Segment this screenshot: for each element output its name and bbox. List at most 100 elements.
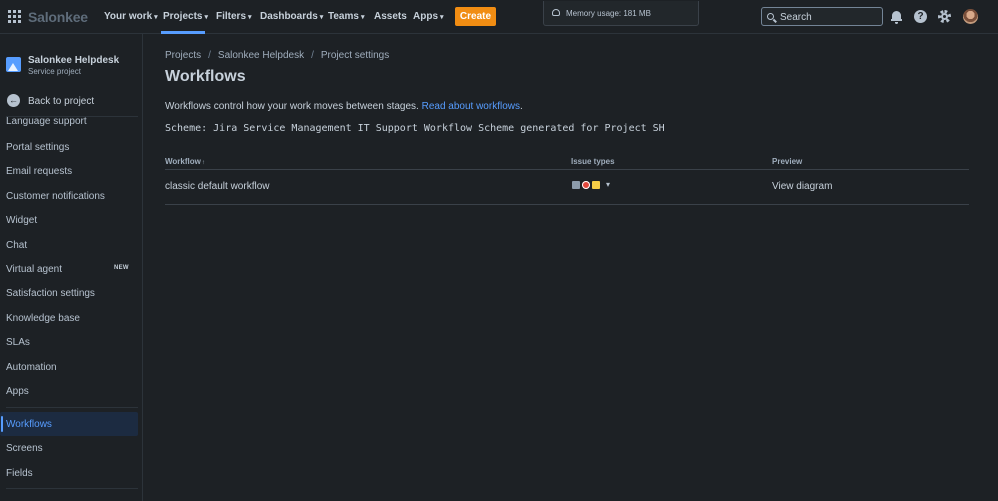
- issue-types-dropdown[interactable]: ▾: [571, 180, 611, 191]
- notifications-bell-icon[interactable]: [889, 9, 905, 25]
- back-to-project-link[interactable]: ← Back to project: [6, 94, 136, 108]
- create-button[interactable]: Create: [455, 7, 496, 26]
- sidebar-item-label: Fields: [6, 468, 33, 479]
- breadcrumb-project[interactable]: Salonkee Helpdesk: [218, 50, 304, 61]
- chevron-down-icon: ▾: [319, 14, 324, 21]
- sidebar-item-label: Workflows: [6, 419, 52, 430]
- breadcrumb-separator: /: [208, 50, 211, 61]
- help-glyph: ?: [914, 10, 927, 23]
- chevron-down-icon: ▾: [204, 14, 208, 21]
- workflow-name: classic default workflow: [165, 181, 270, 192]
- view-diagram-link[interactable]: View diagram: [772, 181, 832, 192]
- sidebar-item-language-support[interactable]: Language support: [0, 109, 138, 133]
- nav-assets[interactable]: Assets: [374, 11, 407, 22]
- search-icon: [767, 13, 774, 20]
- sidebar-item-slas[interactable]: SLAs: [0, 330, 138, 354]
- new-badge: NEW: [114, 265, 129, 271]
- nav-projects[interactable]: Projects ▾: [163, 11, 208, 22]
- app-switcher-icon[interactable]: [8, 10, 21, 23]
- back-to-project-label: Back to project: [28, 96, 95, 107]
- sidebar-item-label: Knowledge base: [6, 313, 80, 324]
- sidebar-item-label: Widget: [6, 215, 38, 226]
- sidebar-item-label: Screens: [6, 443, 43, 454]
- sidebar-item-label: Satisfaction settings: [6, 288, 95, 299]
- search-field[interactable]: [761, 7, 883, 26]
- sidebar-item-automation[interactable]: Automation: [0, 355, 138, 379]
- description-text: Workflows control how your work moves be…: [165, 101, 419, 112]
- table-header-divider: [165, 169, 969, 170]
- sidebar-item-apps[interactable]: Apps: [0, 379, 138, 403]
- sidebar-item-label: Automation: [6, 362, 57, 373]
- top-navigation: Salonkee Your work ▾ Projects ▾ Filters ▾ D…: [0, 0, 998, 34]
- nav-your-work[interactable]: Your work ▾: [104, 11, 158, 22]
- sidebar-item-label: SLAs: [6, 337, 30, 348]
- sidebar-item-screens[interactable]: Screens: [0, 436, 138, 460]
- user-avatar[interactable]: [963, 9, 978, 24]
- memory-usage-panel: Memory usage: 181 MB: [543, 1, 699, 26]
- sidebar-item-portal-settings[interactable]: Portal settings: [0, 135, 138, 159]
- chevron-down-icon: ▾: [248, 14, 252, 21]
- chevron-down-icon: ▾: [154, 14, 158, 21]
- sidebar-item-label: Language support: [6, 116, 87, 127]
- column-header-workflow[interactable]: Workflow↑: [165, 157, 205, 166]
- breadcrumb-projects[interactable]: Projects: [165, 50, 201, 61]
- task-icon: [572, 181, 580, 189]
- nav-filters-label: Filters: [216, 11, 247, 22]
- nav-apps-label: Apps: [413, 11, 438, 22]
- sidebar-item-fields[interactable]: Fields: [0, 461, 138, 485]
- column-header-issue-types: Issue types: [571, 157, 615, 166]
- column-header-preview: Preview: [772, 157, 803, 166]
- project-avatar-icon: [6, 57, 21, 72]
- main-content: Projects / Salonkee Helpdesk / Project setti…: [143, 34, 998, 501]
- nav-dashboards-label: Dashboards: [260, 11, 318, 22]
- column-header-workflow-label: Workflow: [165, 157, 201, 166]
- chevron-down-icon: ▾: [360, 14, 365, 21]
- breadcrumb-project-settings[interactable]: Project settings: [321, 50, 389, 61]
- nav-teams-label: Teams: [328, 11, 359, 22]
- chevron-down-icon: ▾: [440, 14, 444, 21]
- sidebar-item-chat[interactable]: Chat: [0, 233, 138, 257]
- breadcrumb: Projects / Salonkee Helpdesk / Project setti…: [165, 50, 389, 61]
- nav-projects-label: Projects: [163, 11, 203, 22]
- sidebar-item-customer-notifications[interactable]: Customer notifications: [0, 184, 138, 208]
- project-name: Salonkee Helpdesk: [28, 55, 120, 66]
- memory-usage-text: Memory usage: 181 MB: [566, 9, 651, 18]
- sidebar-item-email-requests[interactable]: Email requests: [0, 159, 138, 183]
- project-type: Service project: [28, 67, 81, 76]
- table-row-divider: [165, 204, 969, 205]
- story-icon: [592, 181, 600, 189]
- sidebar-item-workflows[interactable]: Workflows: [0, 412, 138, 436]
- search-input[interactable]: [780, 11, 880, 23]
- page-description: Workflows control how your work moves be…: [165, 101, 523, 112]
- scheme-text: Scheme: Jira Service Management IT Suppo…: [165, 123, 665, 134]
- sidebar-item-label: Apps: [6, 386, 29, 397]
- sidebar: Salonkee Helpdesk Service project ← Back…: [0, 34, 143, 501]
- nav-filters[interactable]: Filters ▾: [216, 11, 252, 22]
- nav-apps[interactable]: Apps ▾: [413, 11, 444, 22]
- sidebar-item-virtual-agent[interactable]: Virtual agent NEW: [0, 257, 138, 281]
- page-title: Workflows: [165, 68, 246, 85]
- nav-your-work-label: Your work: [104, 11, 153, 22]
- settings-gear-icon[interactable]: [937, 9, 953, 25]
- bug-icon: [582, 181, 590, 189]
- read-about-workflows-link[interactable]: Read about workflows: [422, 101, 520, 112]
- nav-dashboards[interactable]: Dashboards ▾: [260, 11, 323, 22]
- sidebar-item-label: Portal settings: [6, 142, 70, 153]
- sidebar-divider: [6, 488, 138, 489]
- sidebar-item-knowledge-base[interactable]: Knowledge base: [0, 306, 138, 330]
- sort-arrow-icon: ↑: [201, 160, 205, 166]
- nav-assets-label: Assets: [374, 11, 407, 22]
- sidebar-item-label: Chat: [6, 240, 28, 251]
- logo[interactable]: Salonkee: [28, 9, 88, 25]
- sidebar-item-satisfaction-settings[interactable]: Satisfaction settings: [0, 281, 138, 305]
- nav-teams[interactable]: Teams ▾: [328, 11, 364, 22]
- help-icon[interactable]: ?: [913, 9, 929, 25]
- breadcrumb-separator: /: [311, 50, 314, 61]
- sidebar-item-label: Email requests: [6, 166, 73, 177]
- sidebar-item-widget[interactable]: Widget: [0, 208, 138, 232]
- sidebar-item-label: Virtual agent: [6, 264, 62, 275]
- description-period: .: [519, 101, 523, 112]
- chevron-down-icon: ▾: [606, 180, 611, 189]
- sidebar-divider: [6, 407, 138, 408]
- arrow-left-icon: ←: [7, 94, 20, 107]
